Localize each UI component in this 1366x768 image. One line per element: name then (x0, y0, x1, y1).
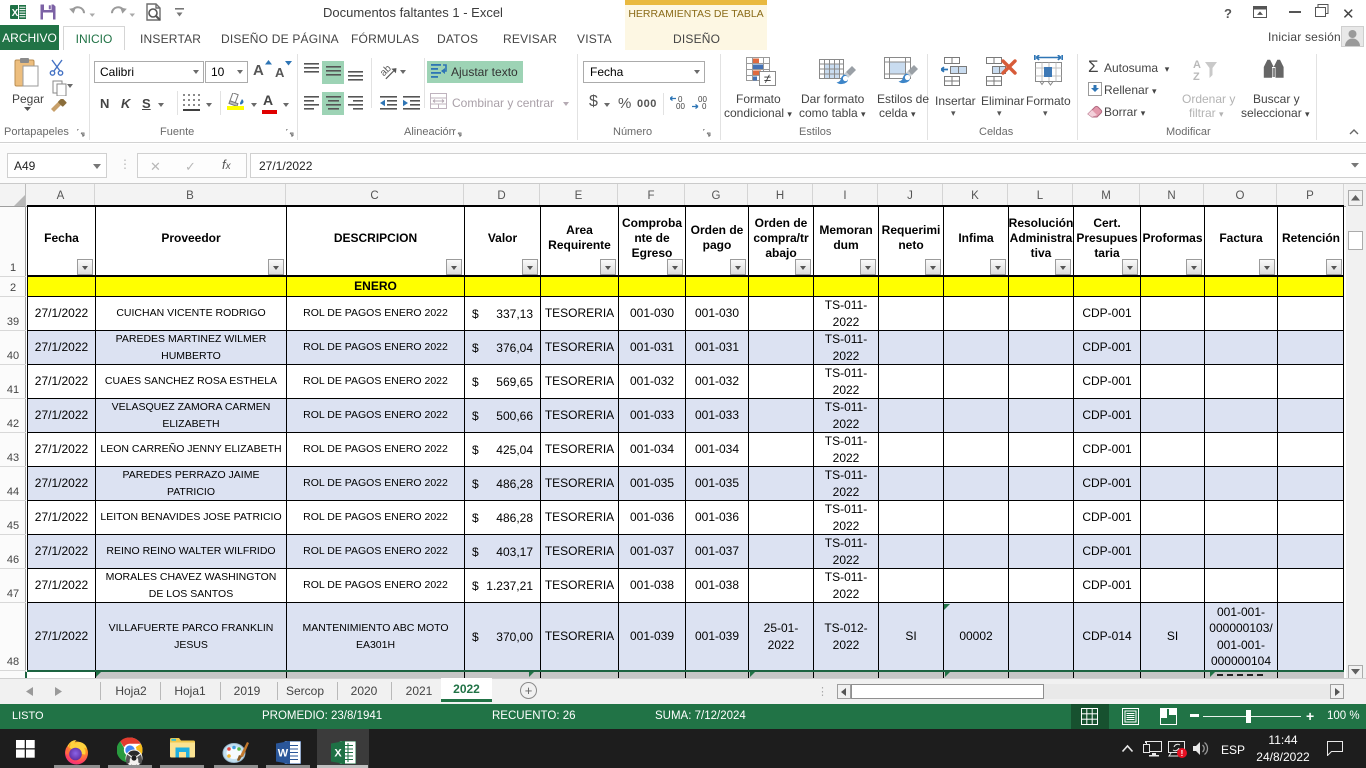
svg-text:A: A (1193, 59, 1201, 71)
svg-text:00: 00 (676, 102, 685, 110)
svg-text:X: X (334, 748, 342, 760)
svg-text:≠: ≠ (764, 71, 771, 86)
svg-text:Z: Z (1193, 71, 1200, 83)
svg-text:ab: ab (379, 63, 394, 79)
svg-text:W: W (278, 748, 289, 760)
svg-text:X: X (12, 8, 19, 19)
svg-text:!: ! (1181, 749, 1184, 758)
svg-text:0: 0 (702, 102, 707, 110)
